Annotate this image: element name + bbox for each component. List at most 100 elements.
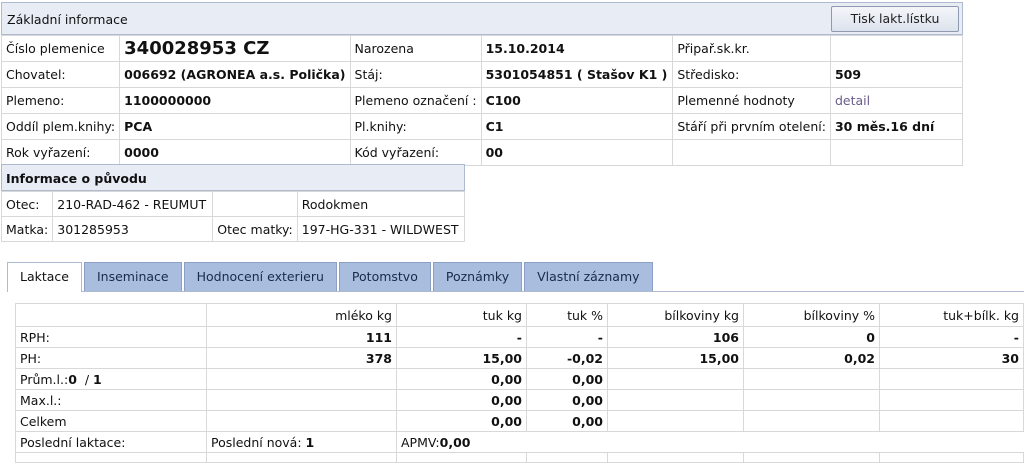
cell-label: Oddíl plem.knihy: xyxy=(0,113,121,140)
cell-value: 00 xyxy=(480,139,674,166)
cell-value xyxy=(206,410,397,432)
cell-label: Kód vyřazení: xyxy=(349,139,482,166)
table-row: Max.l.: 0,00 0,00 xyxy=(15,389,1024,411)
cow-id-value: 340028953 CZ xyxy=(119,35,351,62)
empty-cell xyxy=(396,452,527,463)
lactation-panel: mléko kg tuk kg tuk % bílkoviny kg bílko… xyxy=(15,303,1024,466)
tab-inseminace[interactable]: Inseminace xyxy=(84,262,182,291)
origin-info-table: Otec: 210-RAD-462 - REUMUT Rodokmen Matk… xyxy=(0,191,466,242)
cell-value: 111 xyxy=(206,326,397,348)
apmv-label: APMV: xyxy=(401,434,440,450)
table-row: Plemeno: 1100000000 Plemeno označení : C… xyxy=(0,87,964,114)
cell-value xyxy=(607,410,744,432)
cell-value xyxy=(879,389,1024,411)
column-header xyxy=(15,303,207,327)
cell-value: 5301054851 ( Stašov K1 ) xyxy=(480,61,674,88)
detail-link-text[interactable]: detail xyxy=(835,93,870,108)
cell-value: 1100000000 xyxy=(119,87,351,114)
table-row: Rok vyřazení: 0000 Kód vyřazení: 00 xyxy=(0,139,964,166)
cell-value: 15.10.2014 xyxy=(480,35,674,62)
cell-label xyxy=(672,139,831,166)
print-lactation-sheet-button[interactable]: Tisk lakt.lístku xyxy=(831,6,959,32)
cell-value: 0,00 xyxy=(526,410,608,432)
cell-label: Plemeno: xyxy=(0,87,121,114)
table-row: Matka: 301285953 Otec matky: 197-HG-331 … xyxy=(0,216,466,242)
column-header: bílkoviny kg xyxy=(607,303,744,327)
table-row: Prům.l.:0 / 1 0,00 0,00 xyxy=(15,368,1024,390)
dam-sire-value: 197-HG-331 - WILDWEST xyxy=(296,216,466,242)
cell-value: 509 xyxy=(829,61,964,88)
row-label: RPH: xyxy=(15,326,207,348)
cell-value: 0,00 xyxy=(526,368,608,390)
last-new-cell: Poslední nová: 1 xyxy=(206,431,397,453)
row-label: PH: xyxy=(15,347,207,369)
last-new-value: 1 xyxy=(305,434,315,450)
cell-value: 0 xyxy=(743,326,880,348)
cell-value: PCA xyxy=(119,113,351,140)
column-header: tuk kg xyxy=(396,303,527,327)
cell-label: Středisko: xyxy=(672,61,831,88)
cell-value: 006692 (AGRONEA a.s. Polička) xyxy=(119,61,351,88)
dam-value: 301285953 xyxy=(52,216,214,242)
lactation-table: mléko kg tuk kg tuk % bílkoviny kg bílko… xyxy=(15,303,1024,463)
row-label: Celkem xyxy=(15,410,207,432)
column-header: mléko kg xyxy=(206,303,397,327)
dam-sire-label: Otec matky: xyxy=(212,216,298,242)
cell-label: Stáří při prvním otelení: xyxy=(672,113,831,140)
cell-label: Rok vyřazení: xyxy=(0,139,121,166)
cell-label: Plemeno označení : xyxy=(349,87,482,114)
cell-value xyxy=(879,410,1024,432)
table-row: Chovatel: 006692 (AGRONEA a.s. Polička) … xyxy=(0,61,964,88)
empty-cell xyxy=(879,452,1024,463)
cell-label: Plemenné hodnoty xyxy=(672,87,831,114)
last-new-label: Poslední nová: xyxy=(211,434,302,450)
cell-value xyxy=(607,368,744,390)
table-row: Celkem 0,00 0,00 xyxy=(15,410,1024,432)
table-row: Číslo plemenice 340028953 CZ Narozena 15… xyxy=(0,35,964,62)
breeding-values-detail-link[interactable]: detail xyxy=(829,87,964,114)
cell-value xyxy=(743,389,880,411)
cell-value: - xyxy=(396,326,527,348)
tab-bar: Laktace Inseminace Hodnocení exterieru P… xyxy=(7,262,655,292)
table-row: Poslední laktace: Poslední nová: 1 APMV:… xyxy=(15,431,1024,453)
column-header: tuk % xyxy=(526,303,608,327)
empty-cell xyxy=(607,452,744,463)
tab-laktace[interactable]: Laktace xyxy=(7,262,82,292)
cell-label: Pl.knihy: xyxy=(349,113,482,140)
empty-cell xyxy=(15,452,207,463)
table-row-partial xyxy=(15,452,1024,463)
cell-value: 15,00 xyxy=(396,347,527,369)
column-header: tuk+bílk. kg xyxy=(879,303,1024,327)
cell-value: C100 xyxy=(480,87,674,114)
cell-value: - xyxy=(879,326,1024,348)
tab-potomstvo[interactable]: Potomstvo xyxy=(338,262,431,291)
average-lactation-cell: Prům.l.:0 / 1 xyxy=(15,368,207,390)
cell-value: C1 xyxy=(480,113,674,140)
average-count: 1 xyxy=(93,371,102,387)
cell-value: 0,00 xyxy=(396,389,527,411)
basic-info-title: Základní informace xyxy=(7,12,128,27)
table-row: Otec: 210-RAD-462 - REUMUT Rodokmen xyxy=(0,191,466,217)
cell-label: Narozena xyxy=(349,35,482,62)
tab-poznamky[interactable]: Poznámky xyxy=(432,262,523,291)
cell-value: 106 xyxy=(607,326,744,348)
pedigree-link[interactable]: Rodokmen xyxy=(296,191,466,217)
column-header: bílkoviny % xyxy=(743,303,880,327)
last-lactation-label: Poslední laktace: xyxy=(15,431,207,453)
table-row: PH: 378 15,00 -0,02 15,00 0,02 30 xyxy=(15,347,1024,369)
empty-cell xyxy=(526,452,608,463)
table-row: Oddíl plem.knihy: PCA Pl.knihy: C1 Stáří… xyxy=(0,113,964,140)
tab-vlastni-zaznamy[interactable]: Vlastní záznamy xyxy=(524,262,653,291)
cell-label: Chovatel: xyxy=(0,61,121,88)
apmv-value: 0,00 xyxy=(439,434,471,450)
cell-value: -0,02 xyxy=(526,347,608,369)
cell-value xyxy=(206,389,397,411)
cell-value: 0,00 xyxy=(396,410,527,432)
cell-value xyxy=(743,368,880,390)
tab-hodnoceni-exterieru[interactable]: Hodnocení exterieru xyxy=(183,262,337,291)
average-value: 0 xyxy=(68,371,77,387)
apmv-cell: APMV:0,00 xyxy=(396,431,1024,453)
cell-label: Číslo plemenice xyxy=(0,35,121,62)
cell-value xyxy=(743,410,880,432)
cell-value xyxy=(879,368,1024,390)
